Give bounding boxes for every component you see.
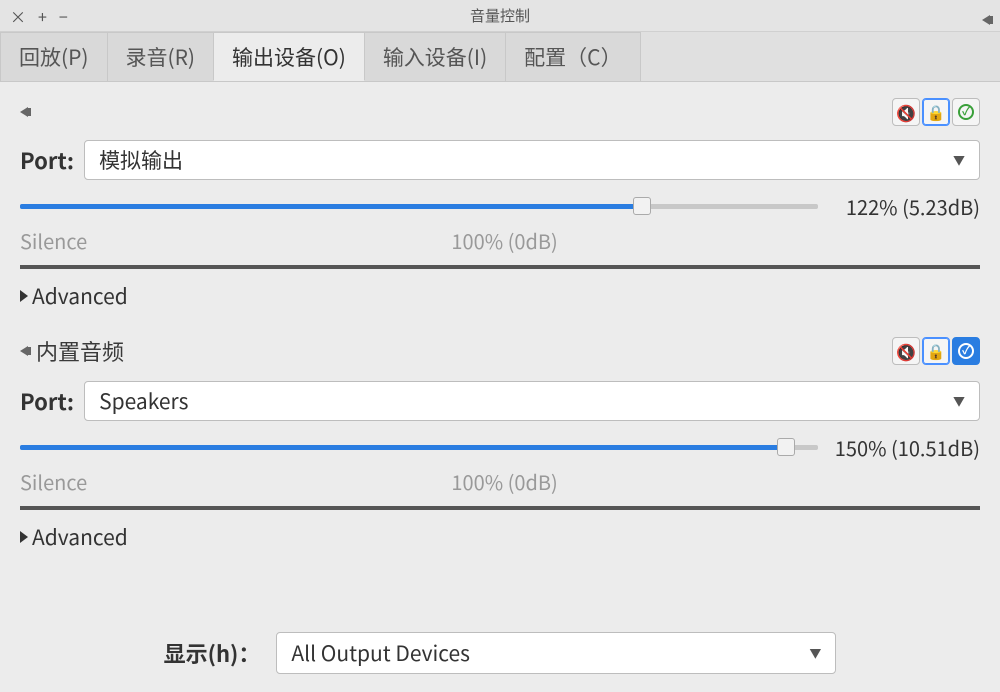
level-meter — [20, 265, 980, 269]
port-value: Speakers — [99, 386, 188, 416]
lock-channels-button[interactable]: 🔒 — [922, 98, 950, 126]
chevron-down-icon: ▼ — [953, 393, 965, 410]
device-header: 🔇 🔒 — [20, 92, 980, 132]
slider-fill — [20, 204, 642, 209]
content-area: 🔇 🔒 Port: 模拟输出 ▼ 122% (5.23dB) Silence 1… — [0, 82, 1000, 590]
window-controls: × + − — [0, 4, 68, 28]
output-device: 内置音频 🔇 🔒 Port: Speakers ▼ 150% (10.51dB)… — [20, 329, 980, 552]
mute-button[interactable]: 🔇 — [892, 98, 920, 126]
tab-configuration[interactable]: 配置（C） — [505, 32, 640, 81]
slider-fill — [20, 445, 786, 450]
tab-recording[interactable]: 录音(R) — [107, 32, 215, 81]
volume-slider-row: 150% (10.51dB) — [20, 433, 980, 461]
center-label: 100% (0dB) — [451, 467, 557, 496]
output-device: 🔇 🔒 Port: 模拟输出 ▼ 122% (5.23dB) Silence 1… — [20, 92, 980, 311]
lock-icon: 🔒 — [927, 102, 946, 123]
slider-thumb[interactable] — [633, 197, 651, 215]
port-label: Port: — [20, 144, 74, 176]
speaker-icon — [20, 346, 28, 356]
scale-labels: Silence 100% (0dB) — [20, 226, 810, 255]
set-default-button[interactable] — [952, 337, 980, 365]
port-select[interactable]: 模拟输出 ▼ — [84, 140, 980, 180]
port-row: Port: 模拟输出 ▼ — [20, 140, 980, 180]
port-row: Port: Speakers ▼ — [20, 381, 980, 421]
device-title — [20, 107, 36, 117]
volume-slider[interactable] — [20, 445, 818, 450]
device-title: 内置音频 — [20, 335, 124, 367]
scale-labels: Silence 100% (0dB) — [20, 467, 810, 496]
volume-slider[interactable] — [20, 204, 818, 209]
close-button[interactable]: × — [10, 4, 26, 28]
expand-icon — [20, 290, 28, 302]
lock-channels-button[interactable]: 🔒 — [922, 337, 950, 365]
lock-icon: 🔒 — [927, 341, 946, 362]
device-buttons: 🔇 🔒 — [892, 98, 980, 126]
footer: 显示(h)： All Output Devices ▼ — [0, 632, 1000, 674]
app-icon — [982, 6, 990, 30]
advanced-label: Advanced — [32, 522, 128, 552]
check-icon — [958, 104, 974, 120]
tab-output-devices[interactable]: 输出设备(O) — [213, 32, 365, 81]
show-filter-select[interactable]: All Output Devices ▼ — [276, 632, 836, 674]
chevron-down-icon: ▼ — [809, 645, 821, 662]
silence-label: Silence — [20, 226, 87, 255]
show-filter-value: All Output Devices — [291, 638, 470, 668]
check-icon — [958, 343, 974, 359]
advanced-label: Advanced — [32, 281, 128, 311]
slider-thumb[interactable] — [777, 438, 795, 456]
window-title: 音量控制 — [0, 5, 1000, 26]
volume-readout: 150% (10.51dB) — [830, 433, 980, 462]
mute-icon: 🔇 — [896, 339, 916, 363]
port-value: 模拟输出 — [99, 145, 183, 175]
port-label: Port: — [20, 385, 74, 417]
device-buttons: 🔇 🔒 — [892, 337, 980, 365]
tab-bar: 回放(P) 录音(R) 输出设备(O) 输入设备(I) 配置（C） — [0, 32, 1000, 82]
device-name: 内置音频 — [36, 335, 124, 367]
advanced-toggle[interactable]: Advanced — [20, 281, 980, 311]
titlebar: × + − 音量控制 — [0, 0, 1000, 32]
show-label: 显示(h)： — [164, 637, 261, 669]
silence-label: Silence — [20, 467, 87, 496]
volume-slider-row: 122% (5.23dB) — [20, 192, 980, 220]
speaker-icon — [982, 15, 990, 25]
minimize-button[interactable]: − — [59, 4, 68, 28]
center-label: 100% (0dB) — [451, 226, 557, 255]
maximize-button[interactable]: + — [38, 4, 47, 28]
port-select[interactable]: Speakers ▼ — [84, 381, 980, 421]
expand-icon — [20, 531, 28, 543]
tab-input-devices[interactable]: 输入设备(I) — [364, 32, 506, 81]
device-header: 内置音频 🔇 🔒 — [20, 329, 980, 373]
mute-button[interactable]: 🔇 — [892, 337, 920, 365]
advanced-toggle[interactable]: Advanced — [20, 522, 980, 552]
mute-icon: 🔇 — [896, 100, 916, 124]
level-meter — [20, 506, 980, 510]
speaker-icon — [20, 107, 28, 117]
chevron-down-icon: ▼ — [953, 152, 965, 169]
volume-readout: 122% (5.23dB) — [830, 192, 980, 221]
tab-playback[interactable]: 回放(P) — [0, 32, 108, 81]
set-default-button[interactable] — [952, 98, 980, 126]
